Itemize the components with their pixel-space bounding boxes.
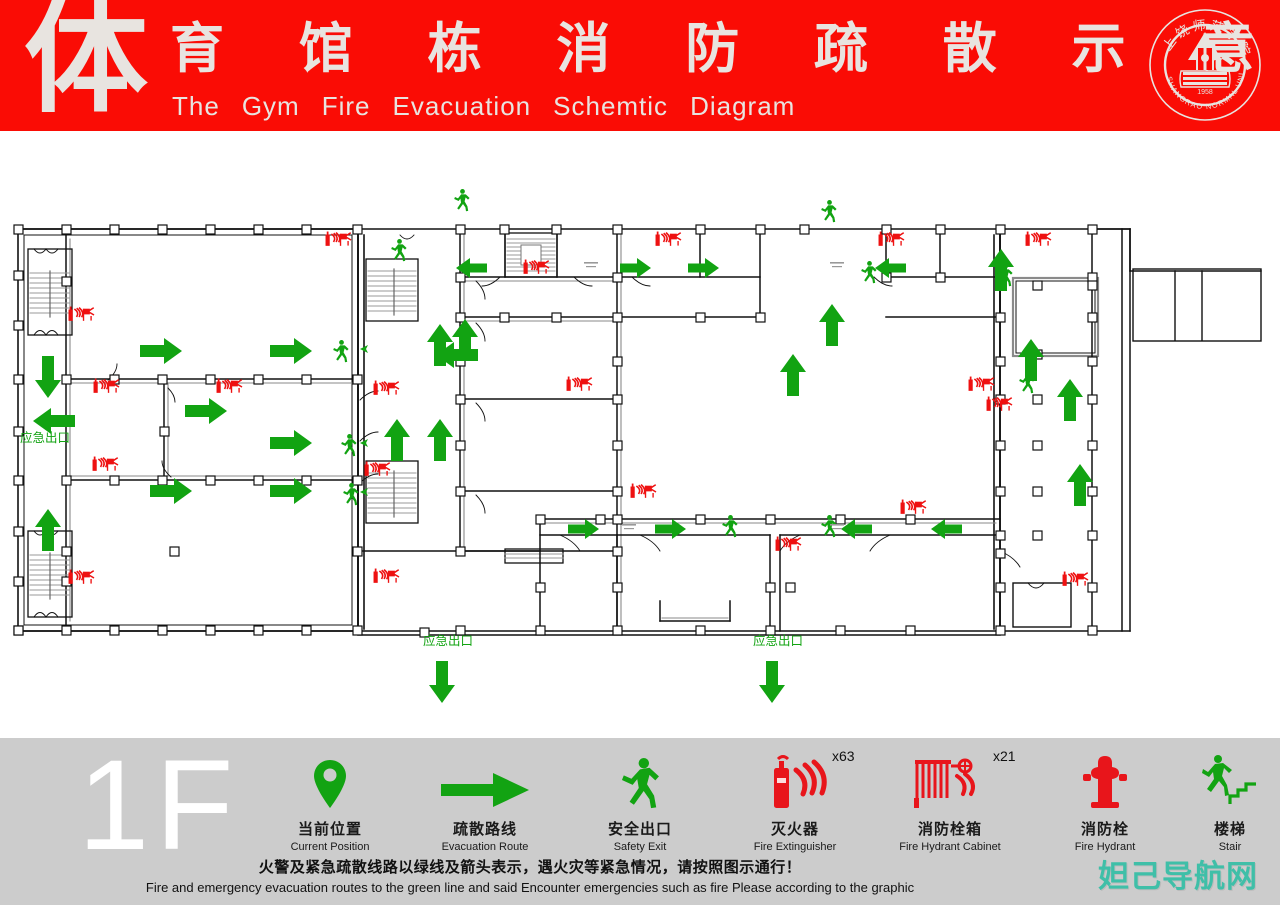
interior-walls-centre xyxy=(459,230,761,632)
legend-item-safety-exit: 安全出口 Safety Exit xyxy=(565,752,715,853)
building-outline xyxy=(17,228,1131,632)
title-big-character: 体 xyxy=(24,0,149,130)
floor-number-label: 1F xyxy=(78,734,240,877)
evacuation-arrows xyxy=(33,249,1093,551)
hydrant-cabinet-count: x21 xyxy=(993,748,1016,764)
legend-label-en: Evacuation Route xyxy=(441,841,529,853)
legend-label-en: Fire Extinguisher xyxy=(753,841,837,853)
interior-walls-left xyxy=(65,234,359,626)
right-wing-walls xyxy=(999,228,1131,632)
right-annex xyxy=(1129,268,1262,342)
exit-label-bottom-left: 应急出口 xyxy=(423,633,473,648)
legend-label-en: Current Position xyxy=(290,841,370,853)
note-english: Fire and emergency evacuation routes to … xyxy=(145,880,915,895)
interior-walls-bottom xyxy=(539,518,1001,632)
title-en-word-1: Gym xyxy=(241,91,300,121)
building-outline-inner xyxy=(23,234,353,626)
interior-walls-centre-thin xyxy=(463,234,622,630)
site-watermark: 妲己导航网 xyxy=(1098,859,1258,895)
title-en-word-3: Evacuation xyxy=(392,91,532,121)
exit-label-bottom-right: 应急出口 xyxy=(753,633,803,648)
legend-item-hydrant-cabinet: x21 消防栓箱 Fire Hydrant Cabinet xyxy=(875,748,1025,853)
title-en-word-5: Diagram xyxy=(690,91,796,121)
legend-label-cn: 楼梯 xyxy=(1213,820,1246,838)
legend-bar: 1F 当前位置 Current Position 疏散路线 Evacuation… xyxy=(0,738,1280,905)
stair-icon xyxy=(1155,752,1280,810)
centre-block-outline xyxy=(357,228,1001,636)
legend-label-cn: 灭火器 xyxy=(770,820,819,838)
legend-label-en: Stair xyxy=(1218,841,1242,853)
room-tags xyxy=(584,262,844,530)
seal-year: 1958 xyxy=(1197,89,1213,96)
legend-label-cn: 安全出口 xyxy=(607,820,672,838)
column-markers xyxy=(13,224,1098,638)
legend-item-evacuation-route: 疏散路线 Evacuation Route xyxy=(410,752,560,853)
legend-label-en: Safety Exit xyxy=(613,841,667,853)
exit-label-left: 应急出口 xyxy=(20,430,70,445)
legend-label-cn: 当前位置 xyxy=(297,820,362,838)
legend-label-en: Fire Hydrant Cabinet xyxy=(899,841,1001,853)
route-arrow-icon xyxy=(410,752,560,810)
legend-item-fire-extinguisher: x63 灭火器 Fire Extinguisher xyxy=(720,748,870,853)
inner-court-room xyxy=(1011,276,1100,358)
extinguisher-count: x63 xyxy=(832,748,855,764)
title-english: The Gym Fire Evacuation Schemtic Diagram xyxy=(172,92,817,120)
floor-plan-canvas: 应急出口 应急出口 应急出口 xyxy=(0,131,1280,735)
legend-item-stair: 楼梯 Stair xyxy=(1155,752,1280,853)
running-man-exit-icon xyxy=(565,752,715,810)
title-en-word-0: The xyxy=(172,91,220,121)
title-en-word-2: Fire xyxy=(321,91,371,121)
stairwell-centre-main xyxy=(504,232,558,278)
legend-label-cn: 消防栓箱 xyxy=(917,820,982,838)
interior-walls-left-thin xyxy=(69,238,357,622)
exit-arrows-bottom xyxy=(429,661,785,703)
legend-note: 火警及紧急疏散线路以绿线及箭头表示，遇火灾等紧急情况，请按照图示通行！ Fire… xyxy=(0,856,1060,895)
door-swings xyxy=(107,234,1021,568)
legend-item-current-position: 当前位置 Current Position xyxy=(255,752,405,853)
lower-right-vestibule xyxy=(1012,582,1072,628)
legend-items: 当前位置 Current Position 疏散路线 Evacuation Ro… xyxy=(255,748,1256,862)
stairwell-centre-left-top xyxy=(365,258,419,322)
university-seal-logo: 1958 SHANGRAO NORMAL UNIVERSITY 上饶师范学院 xyxy=(1148,8,1261,121)
floor-plan-drawing: 应急出口 应急出口 应急出口 xyxy=(13,189,1262,703)
header-banner: 体 育 馆 栋 消 防 疏 散 示 意 The Gym Fire Evacuation… xyxy=(0,0,1280,131)
location-pin-icon xyxy=(255,752,405,810)
exit-labels: 应急出口 应急出口 应急出口 xyxy=(20,430,803,648)
legend-label-cn: 疏散路线 xyxy=(452,820,517,838)
note-chinese: 火警及紧急疏散线路以绿线及箭头表示，遇火灾等紧急情况，请按照图示通行！ xyxy=(258,858,802,876)
title-chinese: 育 馆 栋 消 防 疏 散 示 意 xyxy=(170,17,1280,80)
title-en-word-4: Schemtic xyxy=(553,91,669,121)
